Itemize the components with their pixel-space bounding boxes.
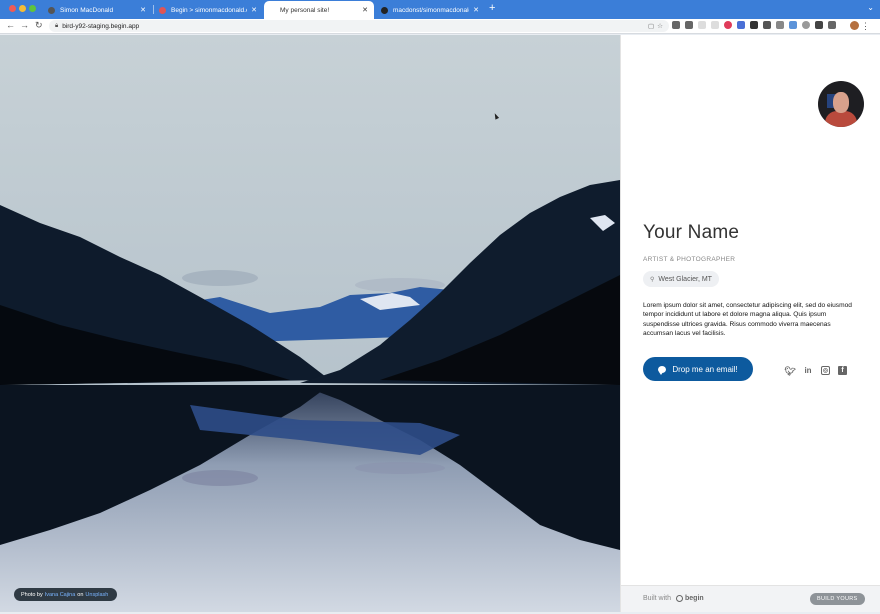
credit-source-link[interactable]: Unsplash: [85, 592, 108, 598]
begin-logo-icon: [676, 595, 684, 602]
build-yours-button[interactable]: BUILD YOURS: [810, 593, 865, 605]
hero-photo: [0, 35, 620, 612]
location-pin-icon: ⚲: [650, 276, 655, 283]
mountain-lake-image: [0, 35, 620, 612]
bookmark-star-icon[interactable]: ☆: [657, 22, 663, 30]
credit-on: on: [77, 591, 84, 598]
tab-title: Begin > simonmacdonald.com: [171, 6, 247, 14]
credit-author-link[interactable]: Ivana Cajina: [45, 592, 76, 598]
extension-icon[interactable]: [789, 21, 797, 29]
forward-arrow-icon[interactable]: →: [20, 20, 29, 30]
built-with-label: Built with: [643, 595, 672, 602]
tab-title: Simon MacDonald: [60, 6, 114, 14]
address-bar[interactable]: 🔒︎ bird-y92-staging.begin.app ▢ ☆: [49, 20, 669, 32]
tab-my-personal-site[interactable]: My personal site! ✕: [264, 1, 374, 19]
extension-icon[interactable]: [776, 21, 784, 29]
extension-icon[interactable]: [672, 21, 680, 29]
extensions-bar: [672, 21, 836, 29]
close-tab-icon[interactable]: ✕: [140, 6, 146, 14]
extension-icon[interactable]: [711, 21, 719, 29]
tab-strip: Simon MacDonald ✕ Begin > simonmacdonald…: [0, 0, 880, 19]
chat-bubble-icon: [658, 365, 667, 375]
profile-bio: Lorem ipsum dolor sit amet, consectetur …: [643, 302, 852, 337]
close-tab-icon[interactable]: ✕: [362, 6, 368, 14]
extension-icon[interactable]: [737, 21, 745, 29]
facebook-icon[interactable]: f: [838, 366, 847, 375]
begin-logo[interactable]: begin: [676, 595, 704, 602]
browser-menu-icon[interactable]: ⋮: [861, 21, 870, 32]
extension-icon[interactable]: [724, 21, 732, 29]
avatar: [818, 81, 864, 127]
social-links: 🐦︎ in ◎ f: [784, 366, 847, 376]
lock-icon: 🔒︎: [55, 22, 59, 29]
close-tab-icon[interactable]: ✕: [251, 6, 257, 14]
avatar-face: [833, 92, 849, 113]
linkedin-icon[interactable]: in: [803, 366, 813, 376]
tab-github-repo[interactable]: macdonst/simonmacdonald.co ✕: [375, 1, 485, 19]
profile-panel: Your Name ARTIST & PHOTOGRAPHER ⚲ West G…: [620, 35, 880, 612]
github-favicon-icon: [381, 6, 388, 14]
begin-brand: begin: [685, 595, 704, 602]
lock-icon[interactable]: ▢: [648, 22, 654, 30]
tab-title: macdonst/simonmacdonald.co: [393, 6, 469, 14]
tab-begin[interactable]: Begin > simonmacdonald.com ✕: [153, 1, 263, 19]
location-text: West Glacier, MT: [658, 275, 712, 283]
extension-icon[interactable]: [802, 21, 810, 29]
email-button[interactable]: Drop me an email!: [643, 357, 753, 381]
profile-avatar[interactable]: [850, 21, 859, 30]
close-tab-icon[interactable]: ✕: [473, 6, 479, 14]
built-with: Built with begin: [643, 595, 704, 602]
github-favicon-icon: [48, 6, 55, 14]
extension-icon[interactable]: [685, 21, 693, 29]
profile-role: ARTIST & PHOTOGRAPHER: [643, 256, 736, 263]
browser-toolbar: ← → ↻ 🔒︎ bird-y92-staging.begin.app ▢ ☆ …: [0, 19, 880, 34]
extensions-puzzle-icon[interactable]: [815, 21, 823, 29]
extension-icon[interactable]: [698, 21, 706, 29]
avatar-shirt: [825, 111, 857, 127]
extension-icon[interactable]: [763, 21, 771, 29]
location-badge: ⚲ West Glacier, MT: [643, 271, 719, 287]
back-arrow-icon[interactable]: ←: [6, 20, 15, 30]
new-tab-button[interactable]: +: [489, 2, 495, 14]
maximize-window-button[interactable]: [29, 5, 36, 12]
panel-footer: Built with begin BUILD YOURS: [621, 585, 880, 612]
tab-simon-macdonald[interactable]: Simon MacDonald ✕: [42, 1, 152, 19]
profile-name: Your Name: [643, 222, 740, 243]
credit-prefix: Photo by: [21, 591, 43, 598]
minimize-window-button[interactable]: [19, 5, 26, 12]
tab-title: My personal site!: [280, 6, 330, 14]
extension-icon[interactable]: [828, 21, 836, 29]
twitter-icon[interactable]: 🐦︎: [784, 366, 795, 376]
url-text: bird-y92-staging.begin.app: [62, 22, 140, 30]
email-button-label: Drop me an email!: [672, 364, 738, 374]
tab-search-chevron-icon[interactable]: ⌄: [867, 3, 874, 12]
begin-favicon-icon: [159, 6, 166, 14]
reload-icon[interactable]: ↻: [35, 20, 43, 31]
extension-icon[interactable]: [750, 21, 758, 29]
instagram-icon[interactable]: ◎: [821, 366, 830, 375]
photo-credit: Photo by Ivana Cajina on Unsplash: [14, 588, 118, 601]
close-window-button[interactable]: [9, 5, 16, 12]
